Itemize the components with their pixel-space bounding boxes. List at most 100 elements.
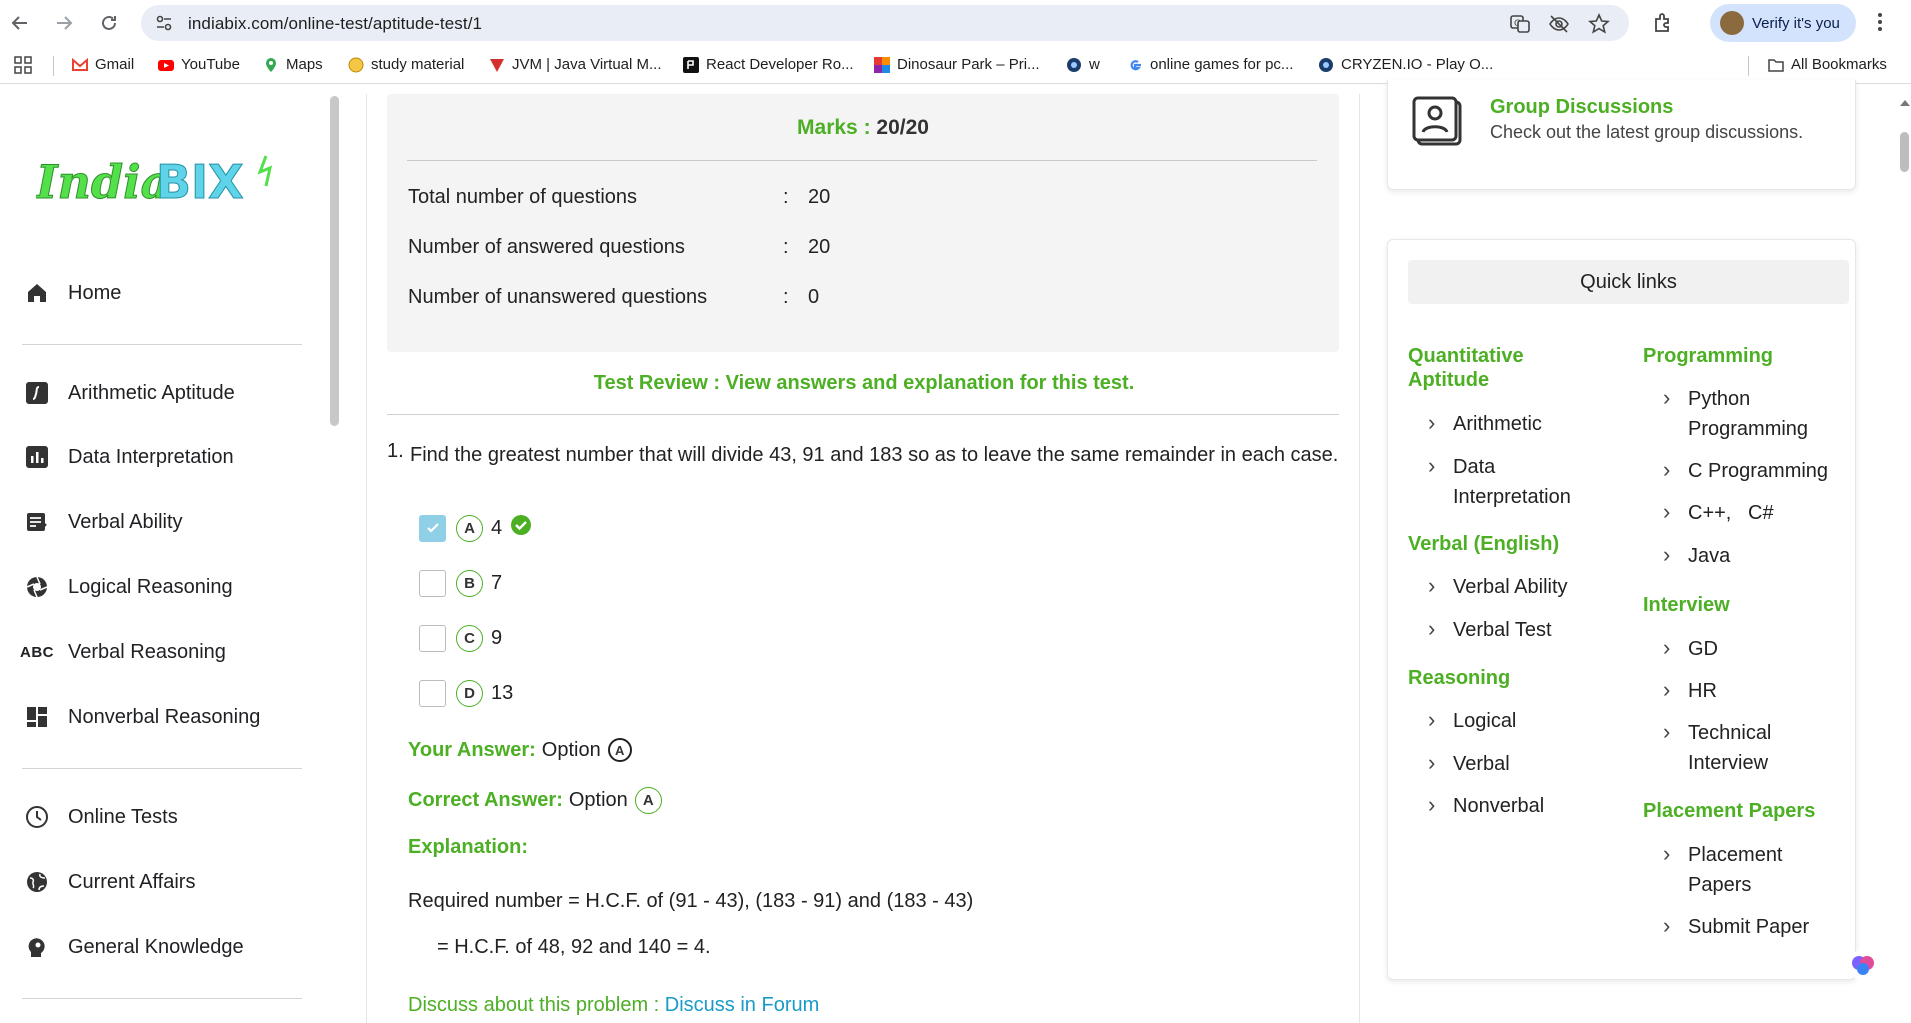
bookmark-jvm[interactable]: JVM | Java Virtual M... (489, 56, 662, 73)
smile-icon (348, 57, 364, 72)
link-verbal-ability[interactable]: Verbal Ability (1428, 571, 1567, 602)
option-checkbox[interactable] (419, 679, 446, 707)
page-scrollbar[interactable] (1898, 84, 1911, 1023)
option-a[interactable]: A 4 (419, 512, 532, 544)
link-technical-interview[interactable]: Technical Interview (1663, 717, 1818, 778)
correct-answer-letter: A (634, 787, 662, 814)
star-icon[interactable] (1588, 13, 1610, 35)
option-value: 13 (491, 681, 514, 704)
link-data-interpretation[interactable]: Data Interpretation (1428, 451, 1603, 512)
forward-icon[interactable] (44, 3, 84, 43)
bookmark-w[interactable]: w (1066, 56, 1100, 73)
bookmark-react[interactable]: React Developer Ro... (683, 56, 854, 73)
link-java[interactable]: Java (1663, 540, 1730, 571)
reload-icon[interactable] (89, 3, 129, 43)
link-arithmetic[interactable]: Arithmetic (1428, 408, 1542, 439)
section-reasoning[interactable]: Reasoning (1408, 666, 1510, 690)
group-discussions-title[interactable]: Group Discussions (1490, 96, 1673, 119)
nav-logical-reasoning[interactable]: Logical Reasoning (24, 574, 233, 600)
address-bar[interactable]: indiabix.com/online-test/aptitude-test/1… (141, 5, 1629, 41)
nav-home[interactable]: Home (24, 280, 121, 306)
section-interview[interactable]: Interview (1643, 593, 1730, 617)
bookmark-maps[interactable]: Maps (263, 56, 323, 73)
bookmark-youtube[interactable]: YouTube (158, 56, 240, 73)
option-checkbox[interactable] (419, 569, 446, 597)
your-answer-letter: A (607, 738, 632, 762)
bookmark-cryzen[interactable]: CRYZEN.IO - Play O... (1318, 56, 1493, 73)
discuss-in-forum-link[interactable]: Discuss in Forum (665, 994, 819, 1016)
profile-verify-button[interactable]: Verify it's you (1710, 4, 1856, 42)
apps-grid-icon[interactable] (14, 56, 32, 74)
link-hr[interactable]: HR (1663, 675, 1717, 706)
link-verbal[interactable]: Verbal (1428, 748, 1510, 779)
link-cpp-csharp[interactable]: C++, C# (1663, 497, 1773, 528)
svg-text:BIX: BIX (156, 155, 244, 209)
folder-icon (1768, 58, 1784, 72)
link-c-programming[interactable]: C Programming (1663, 455, 1828, 486)
nav-arithmetic-aptitude[interactable]: Arithmetic Aptitude (24, 380, 235, 406)
sidebar-scrollbar[interactable] (330, 96, 339, 426)
browser-toolbar: indiabix.com/online-test/aptitude-test/1… (0, 0, 1911, 46)
option-b[interactable]: B 7 (419, 567, 502, 599)
link-gd[interactable]: GD (1663, 633, 1718, 664)
option-d[interactable]: D 13 (419, 677, 513, 709)
jvm-icon (490, 58, 504, 72)
bookmark-gmail[interactable]: Gmail (72, 56, 134, 73)
option-checkbox[interactable] (419, 514, 446, 542)
nav-general-knowledge[interactable]: General Knowledge (24, 934, 244, 960)
scrollbar-thumb[interactable] (1900, 132, 1909, 172)
stat-label: Number of answered questions (408, 236, 685, 258)
bookmark-dinosaur-park[interactable]: Dinosaur Park – Pri... (874, 56, 1040, 73)
discuss-prefix: Discuss about this problem : (408, 994, 660, 1016)
link-submit-paper[interactable]: Submit Paper (1663, 911, 1809, 942)
bookmark-study-material[interactable]: study material (348, 56, 464, 73)
link-nonverbal[interactable]: Nonverbal (1428, 790, 1544, 821)
back-icon[interactable] (0, 3, 40, 43)
bookmark-online-games[interactable]: online games for pc... (1127, 56, 1293, 73)
section-quantitative-aptitude[interactable]: Quantitative Aptitude (1408, 344, 1598, 392)
site-settings-icon[interactable] (155, 14, 173, 37)
explanation-line: = H.C.F. of 48, 92 and 140 = 4. (437, 936, 711, 958)
correct-answer-label: Correct Answer: (408, 789, 563, 811)
discuss-row: Discuss about this problem : Discuss in … (408, 994, 819, 1017)
nav-current-affairs[interactable]: Current Affairs (24, 869, 195, 895)
eye-off-icon[interactable] (1548, 13, 1570, 35)
nav-online-tests[interactable]: Online Tests (24, 804, 178, 830)
maps-icon (266, 57, 276, 72)
indiabix-logo[interactable]: India BIX (34, 146, 286, 231)
stat-colon: : (783, 186, 789, 208)
divider (22, 768, 302, 769)
menu-icon[interactable] (1876, 10, 1884, 39)
link-verbal-test[interactable]: Verbal Test (1428, 614, 1551, 645)
globe-mini-icon (1067, 57, 1081, 72)
link-placement-papers[interactable]: Placement Papers (1663, 839, 1818, 900)
all-bookmarks[interactable]: All Bookmarks (1768, 56, 1887, 73)
left-sidebar: India BIX Home Arithmetic Aptitude Data … (0, 94, 340, 1023)
google-icon (1130, 59, 1142, 70)
dashboard-icon (24, 704, 50, 730)
scroll-up-icon[interactable] (1900, 100, 1910, 106)
section-verbal-english[interactable]: Verbal (English) (1408, 532, 1559, 556)
bookmark-label: Dinosaur Park – Pri... (897, 56, 1040, 73)
link-logical[interactable]: Logical (1428, 705, 1517, 736)
nav-nonverbal-reasoning[interactable]: Nonverbal Reasoning (24, 704, 260, 730)
nav-verbal-reasoning[interactable]: ABC Verbal Reasoning (20, 639, 226, 665)
gmail-icon (72, 57, 88, 71)
option-checkbox[interactable] (419, 624, 446, 652)
group-discussions-card[interactable]: Group Discussions Check out the latest g… (1387, 80, 1856, 190)
your-answer-prefix: Option (541, 738, 601, 761)
nav-data-interpretation[interactable]: Data Interpretation (24, 444, 234, 470)
translate-icon[interactable]: G (1509, 13, 1531, 35)
option-value: 9 (491, 626, 503, 649)
option-c[interactable]: C 9 (419, 622, 502, 654)
nav-verbal-ability[interactable]: Verbal Ability (24, 509, 183, 535)
checklist-icon (24, 509, 50, 535)
section-placement-papers[interactable]: Placement Papers (1643, 799, 1815, 823)
aperture-icon (24, 574, 50, 600)
section-programming[interactable]: Programming (1643, 344, 1773, 368)
brain-assistant-icon[interactable] (1848, 950, 1878, 980)
link-python-programming[interactable]: Python Programming (1663, 383, 1838, 444)
extensions-icon[interactable] (1652, 11, 1676, 40)
main-content: Marks : 20/20 Total number of questions … (366, 94, 1360, 1023)
test-review-link[interactable]: Test Review : View answers and explanati… (367, 372, 1361, 395)
